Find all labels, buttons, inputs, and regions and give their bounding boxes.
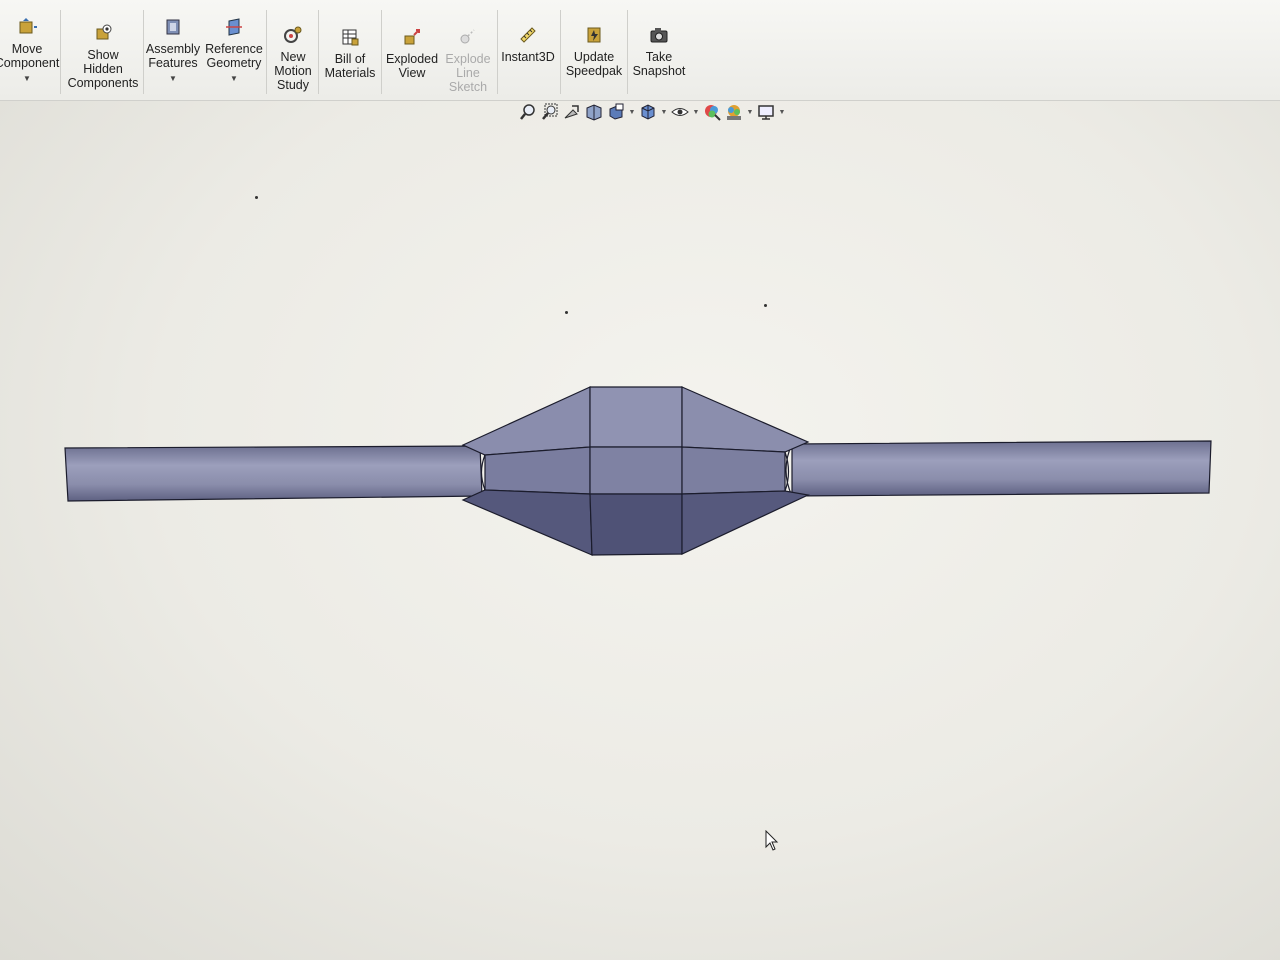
right-shaft[interactable] (785, 440, 1212, 497)
center-hub-body[interactable] (461, 386, 810, 556)
screen-speck (255, 196, 258, 199)
mouse-cursor-icon (765, 830, 779, 851)
assembly-model-viewport[interactable] (0, 0, 1280, 960)
left-shaft[interactable] (64, 445, 489, 502)
screen-speck (565, 311, 568, 314)
screen-speck (764, 304, 767, 307)
